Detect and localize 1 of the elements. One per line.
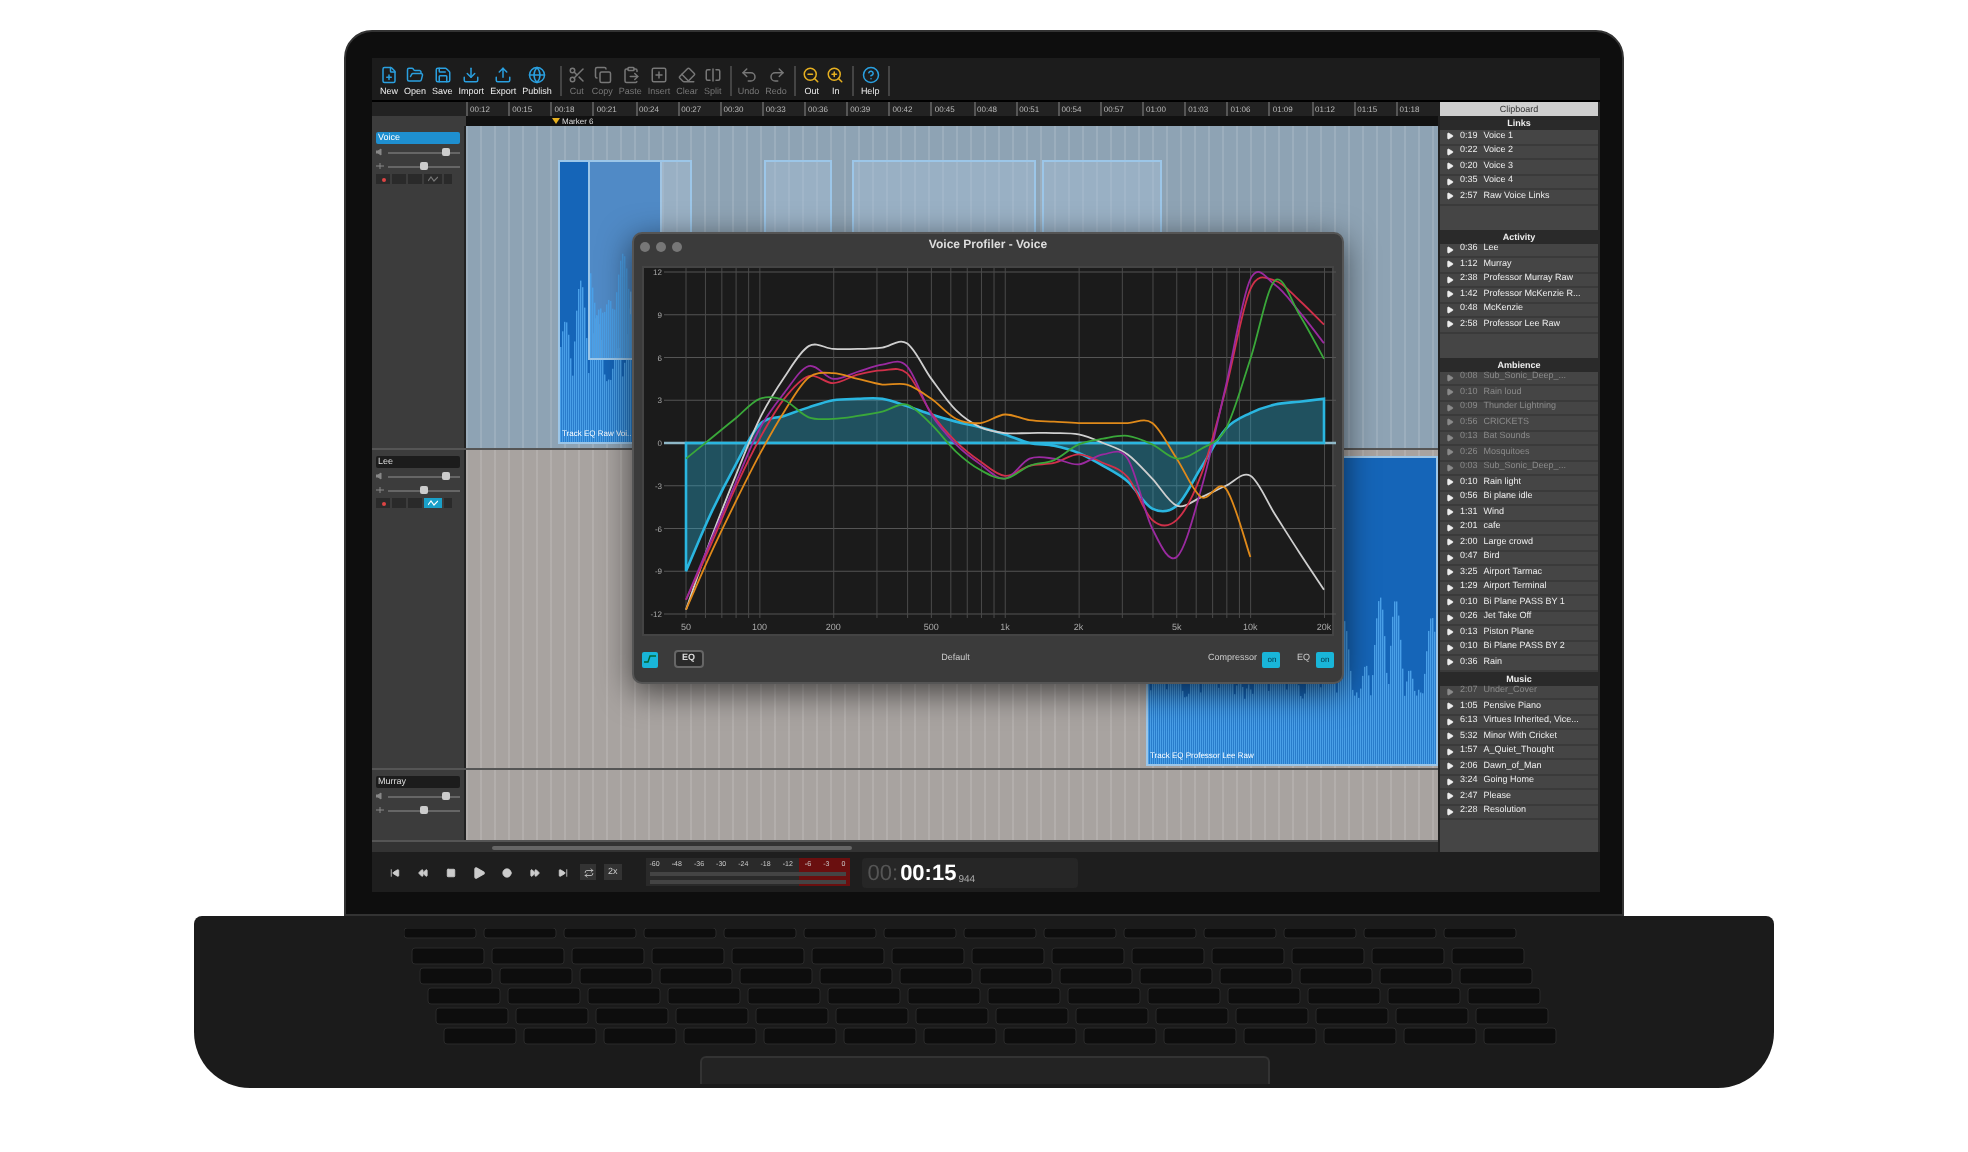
time-value: 00:15 bbox=[900, 861, 957, 885]
